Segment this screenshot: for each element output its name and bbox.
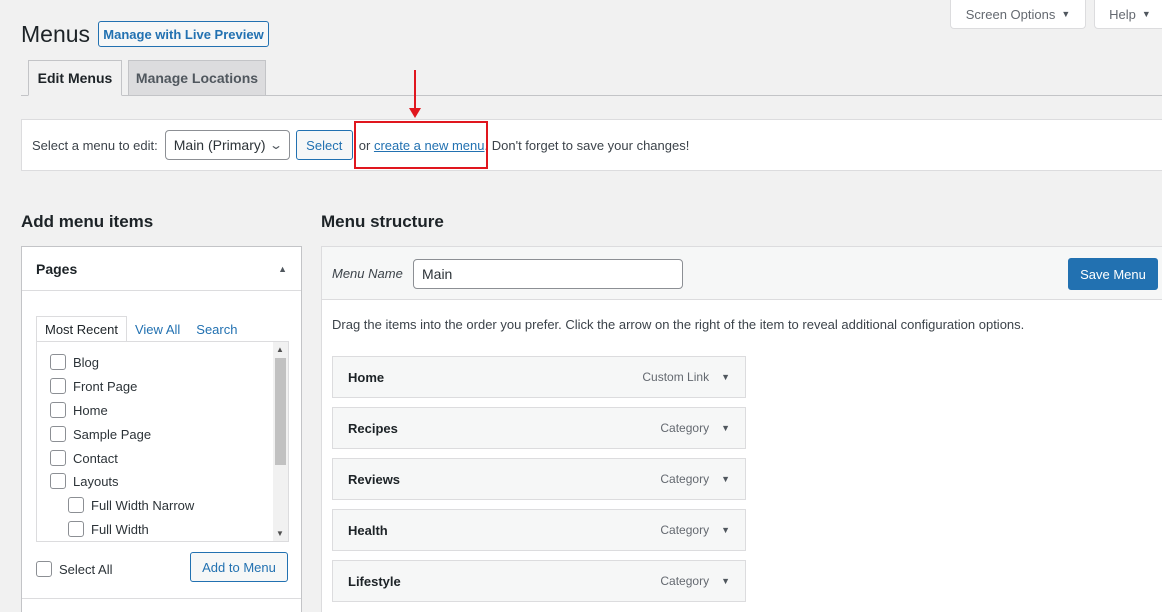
caret-down-icon: ▼ (1141, 9, 1151, 19)
list-item-label: Sample Page (73, 426, 152, 442)
list-item-label: Contact (73, 450, 118, 466)
pages-panel-title: Pages (36, 260, 78, 277)
tab-most-recent[interactable]: Most Recent (36, 316, 127, 342)
menu-item[interactable]: Lifestyle Category ▼ (332, 560, 746, 602)
checkbox[interactable] (68, 497, 84, 513)
add-menu-items-heading: Add menu items (21, 212, 154, 231)
pages-panel: Pages ▲ Most Recent View All Search Blog… (21, 246, 302, 612)
select-button[interactable]: Select (295, 130, 353, 160)
save-menu-button[interactable]: Save Menu (1068, 258, 1158, 290)
panel-divider (22, 598, 301, 599)
list-item-label: Layouts (73, 473, 119, 489)
menu-item-type: Category (660, 472, 710, 486)
tab-manage-locations[interactable]: Manage Locations (128, 60, 266, 96)
triangle-down-icon[interactable]: ▼ (721, 372, 730, 382)
list-item-label: Full Width (91, 521, 149, 537)
tab-search[interactable]: Search (188, 316, 245, 342)
list-item[interactable]: Full Width (68, 521, 149, 537)
pages-panel-header[interactable]: Pages ▲ (22, 247, 301, 291)
create-menu-text: or create a new menu. Don't forget to sa… (359, 138, 690, 153)
list-item[interactable]: Blog (50, 354, 99, 370)
triangle-down-icon[interactable]: ▼ (721, 474, 730, 484)
select-all-control[interactable]: Select All (36, 561, 112, 577)
menu-item[interactable]: Health Category ▼ (332, 509, 746, 551)
menu-select-dropdown[interactable]: Main (Primary) ⌄ (164, 130, 290, 160)
or-text: or (358, 137, 371, 153)
menu-item[interactable]: Reviews Category ▼ (332, 458, 746, 500)
select-menu-label: Select a menu to edit: (32, 137, 158, 153)
annotation-arrow-icon (414, 70, 416, 110)
pages-tabs: Most Recent View All Search (36, 316, 245, 342)
drag-instructions: Drag the items into the order you prefer… (332, 317, 1025, 332)
select-all-checkbox[interactable] (36, 561, 52, 577)
checkbox[interactable] (50, 473, 66, 489)
caret-down-icon: ▼ (1061, 9, 1071, 19)
menu-structure-panel: Menu Name Save Menu Drag the items into … (321, 246, 1162, 612)
checkbox[interactable] (50, 426, 66, 442)
menu-item-type: Custom Link (642, 370, 710, 384)
menu-select-value: Main (Primary) (173, 137, 266, 153)
menu-name-input[interactable] (413, 259, 683, 289)
menu-structure-heading: Menu structure (321, 212, 444, 231)
scroll-down-icon[interactable]: ▼ (276, 529, 284, 538)
page-title: Menus (21, 21, 91, 47)
list-item[interactable]: Layouts (50, 473, 119, 489)
help-button[interactable]: Help ▼ (1094, 0, 1162, 29)
list-item[interactable]: Sample Page (50, 426, 151, 442)
screen-options-label: Screen Options (965, 6, 1056, 22)
select-menu-bar: Select a menu to edit: Main (Primary) ⌄ … (21, 119, 1162, 171)
menu-item-type: Category (660, 421, 710, 435)
scroll-up-icon[interactable]: ▲ (276, 345, 284, 354)
menu-item[interactable]: Home Custom Link ▼ (332, 356, 746, 398)
list-item[interactable]: Contact (50, 450, 118, 466)
checkbox[interactable] (68, 521, 84, 537)
menu-item-title: Lifestyle (348, 573, 401, 589)
create-new-menu-link[interactable]: create a new menu (374, 138, 485, 153)
tab-edit-menus[interactable]: Edit Menus (28, 60, 122, 96)
list-item[interactable]: Front Page (50, 378, 137, 394)
pages-checklist: Blog Front Page Home Sample Page Contact… (36, 341, 289, 542)
save-reminder-text: . Don't forget to save your changes! (484, 137, 690, 153)
triangle-down-icon[interactable]: ▼ (721, 576, 730, 586)
live-preview-button[interactable]: Manage with Live Preview (98, 21, 269, 47)
checkbox[interactable] (50, 354, 66, 370)
menu-item-title: Recipes (348, 420, 398, 436)
checkbox[interactable] (50, 378, 66, 394)
menu-item[interactable]: Recipes Category ▼ (332, 407, 746, 449)
help-label: Help (1109, 6, 1136, 22)
scroll-thumb[interactable] (275, 358, 286, 465)
tab-view-all[interactable]: View All (127, 316, 188, 342)
list-item-label: Full Width Narrow (91, 497, 195, 513)
list-item[interactable]: Full Width Narrow (68, 497, 194, 513)
collapse-triangle-icon[interactable]: ▲ (278, 264, 287, 274)
menu-item-title: Reviews (348, 471, 401, 487)
annotation-arrow-head-icon (409, 108, 421, 118)
menu-item-type: Category (660, 523, 710, 537)
menu-item-type: Category (660, 574, 710, 588)
list-item[interactable]: Home (50, 402, 108, 418)
menu-item-title: Home (348, 369, 385, 385)
checkbox[interactable] (50, 402, 66, 418)
menu-item-title: Health (348, 522, 388, 538)
list-item-label: Front Page (73, 378, 138, 394)
triangle-down-icon[interactable]: ▼ (721, 423, 730, 433)
list-item-label: Blog (73, 354, 100, 370)
checkbox[interactable] (50, 450, 66, 466)
select-all-label: Select All (59, 561, 113, 577)
triangle-down-icon[interactable]: ▼ (721, 525, 730, 535)
screen-options-button[interactable]: Screen Options ▼ (950, 0, 1086, 29)
add-to-menu-button[interactable]: Add to Menu (190, 552, 288, 582)
list-item-label: Home (73, 402, 108, 418)
menu-structure-header: Menu Name Save Menu (322, 247, 1162, 300)
chevron-down-icon: ⌄ (268, 138, 283, 152)
menu-name-label: Menu Name (332, 266, 403, 281)
list-scrollbar[interactable]: ▲ ▼ (273, 342, 288, 541)
